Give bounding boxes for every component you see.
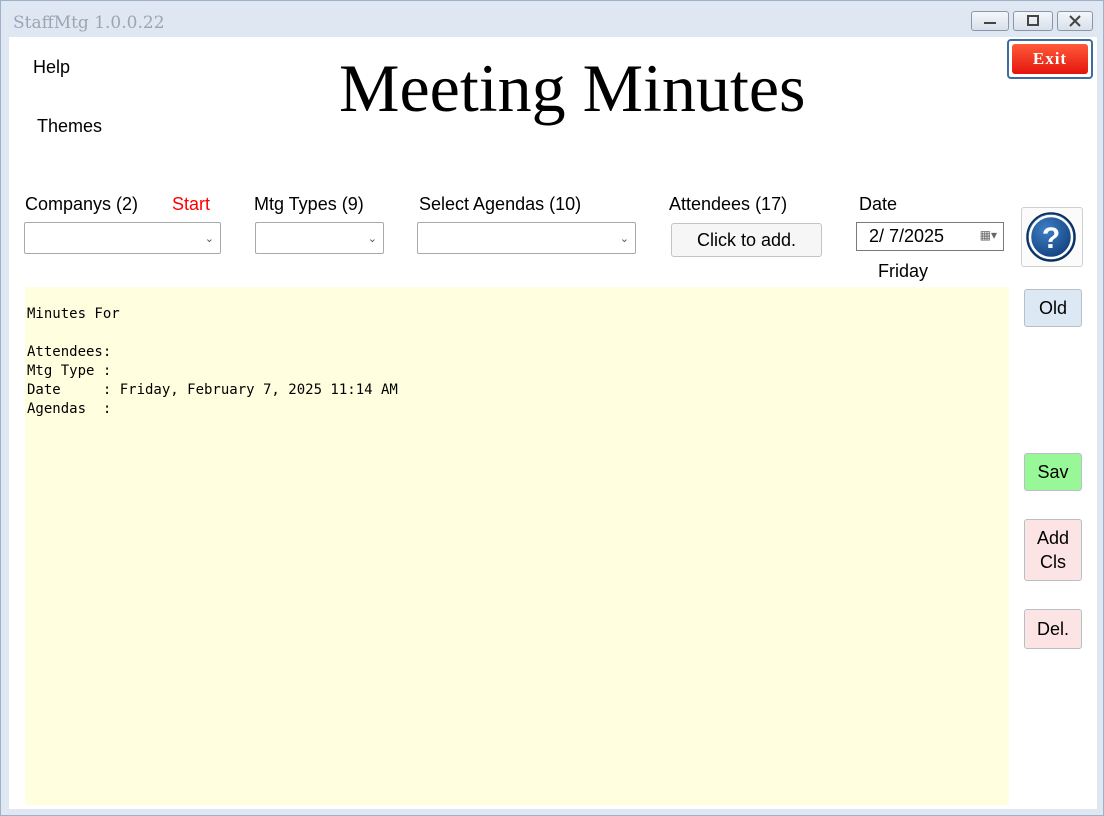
start-label[interactable]: Start <box>172 194 210 215</box>
delete-button[interactable]: Del. <box>1024 609 1082 649</box>
companys-label: Companys (2) <box>25 194 139 214</box>
page-title: Meeting Minutes <box>339 50 806 126</box>
day-of-week: Friday <box>878 261 929 281</box>
mtg-types-label: Mtg Types (9) <box>254 194 364 214</box>
svg-text:?: ? <box>1042 222 1060 255</box>
minutes-textarea[interactable]: Minutes For Attendees: Mtg Type : Date :… <box>25 287 1009 805</box>
mtg-types-dropdown[interactable]: ⌄ <box>255 222 384 254</box>
window-title: StaffMtg 1.0.0.22 <box>13 13 165 33</box>
minimize-icon <box>984 22 996 24</box>
agendas-dropdown[interactable]: ⌄ <box>417 222 636 254</box>
close-button[interactable] <box>1057 11 1093 31</box>
date-value: 2/ 7/2025 <box>869 226 945 246</box>
menu-help[interactable]: Help <box>33 57 70 78</box>
date-label: Date <box>859 194 898 214</box>
agendas-label: Select Agendas (10) <box>419 194 582 214</box>
menu-themes[interactable]: Themes <box>37 116 102 137</box>
exit-button[interactable]: Exit <box>1007 39 1093 79</box>
maximize-button[interactable] <box>1013 11 1053 31</box>
calendar-icon[interactable]: ▦▾ <box>980 228 997 242</box>
attendees-label: Attendees (17) <box>669 194 788 214</box>
add-attendees-button[interactable]: Click to add. <box>671 223 822 257</box>
companys-dropdown[interactable]: ⌄ <box>24 222 221 254</box>
help-button[interactable]: ? <box>1021 207 1083 267</box>
chevron-down-icon: ⌄ <box>367 233 377 245</box>
app-window: StaffMtg 1.0.0.22 Help Themes Meeting Mi… <box>0 0 1104 816</box>
old-button[interactable]: Old <box>1024 289 1082 327</box>
date-picker[interactable]: 2/ 7/2025 ▦▾ <box>856 222 1004 251</box>
client-area: Help Themes Meeting Minutes Exit Company… <box>9 37 1097 809</box>
chevron-down-icon: ⌄ <box>619 233 629 245</box>
chevron-down-icon: ⌄ <box>204 233 214 245</box>
maximize-icon <box>1027 15 1039 26</box>
question-icon: ? <box>1026 212 1076 262</box>
title-bar: StaffMtg 1.0.0.22 <box>1 1 1103 37</box>
exit-label: Exit <box>1012 44 1088 74</box>
minimize-button[interactable] <box>971 11 1009 31</box>
add-cls-button[interactable]: Add Cls <box>1024 519 1082 581</box>
close-icon <box>1069 15 1081 27</box>
save-button[interactable]: Sav <box>1024 453 1082 491</box>
